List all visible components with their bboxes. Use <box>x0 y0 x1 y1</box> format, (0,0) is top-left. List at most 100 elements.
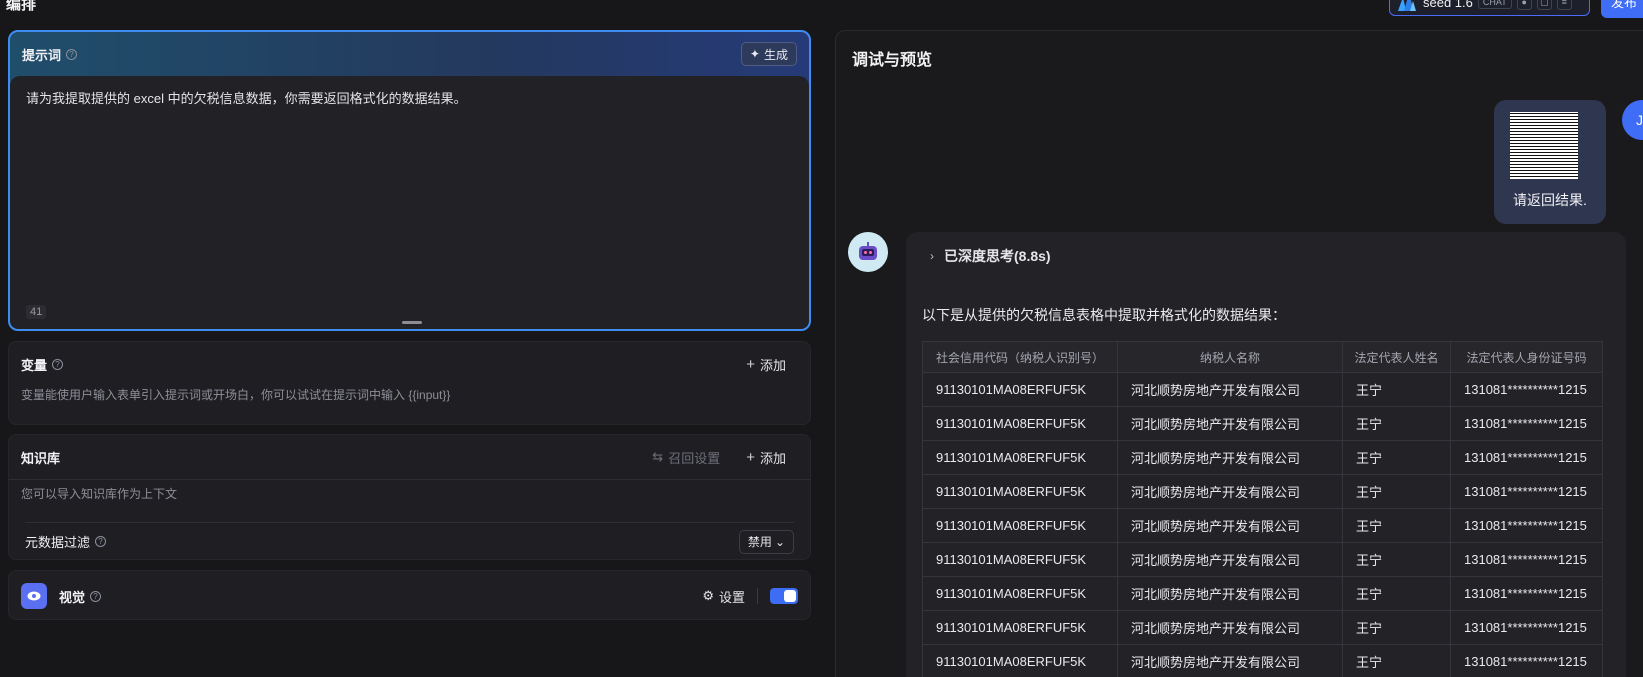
knowledge-section: 知识库 ⇆ 召回设置 + 添加 您可以导入知识库作为上下文 元数据过滤 ? 禁用… <box>8 434 811 560</box>
help-icon[interactable]: ? <box>66 48 78 60</box>
page-title: 编排 <box>6 0 37 13</box>
table-header: 法定代表人姓名 <box>1342 341 1451 373</box>
bot-message-bubble: › 已深度思考(8.8s) 以下是从提供的欠税信息表格中提取并格式化的数据结果：… <box>906 232 1626 677</box>
table-cell: 91130101MA08ERFUF5K <box>922 440 1118 475</box>
table-cell: 王宁 <box>1342 576 1451 611</box>
vision-section: 视觉 ? ⚙ 设置 <box>8 570 811 620</box>
help-icon[interactable]: ? <box>52 358 64 370</box>
table-cell: 131081**********1215 <box>1450 508 1603 543</box>
deep-thinking-toggle[interactable]: › 已深度思考(8.8s) <box>930 246 1051 266</box>
metadata-filter-value: 禁用 <box>747 535 772 549</box>
table-row: 91130101MA08ERFUF5K 河北顺势房地产开发有限公司 王宁 131081… <box>922 440 1603 475</box>
excel-image-thumbnail[interactable] <box>1510 112 1578 179</box>
vision-toggle[interactable] <box>770 588 798 604</box>
eye-icon <box>21 583 47 609</box>
table-cell: 131081**********1215 <box>1450 610 1603 645</box>
vision-title: 视觉 <box>59 589 86 605</box>
model-settings-icon[interactable]: ≡ <box>1556 0 1572 10</box>
metadata-filter-label: 元数据过滤 <box>25 535 91 550</box>
variables-description: 变量能使用户输入表单引入提示词或开场白，你可以试试在提示词中输入 {{input… <box>21 388 451 402</box>
table-cell: 河北顺势房地产开发有限公司 <box>1117 372 1343 407</box>
add-variable-button[interactable]: + 添加 <box>746 355 798 374</box>
table-cell: 河北顺势房地产开发有限公司 <box>1117 474 1343 509</box>
variables-section: 变量 ? + 添加 变量能使用户输入表单引入提示词或开场白，你可以试试在提示词中… <box>8 341 811 425</box>
table-cell: 91130101MA08ERFUF5K <box>922 406 1118 441</box>
help-icon[interactable]: ? <box>90 590 102 602</box>
prompt-editor[interactable]: 请为我提取提供的 excel 中的欠税信息数据，你需要返回格式化的数据结果。 4… <box>10 76 809 329</box>
publish-button[interactable]: 发布 <box>1601 0 1643 18</box>
add-label: 添加 <box>759 450 786 466</box>
divider <box>9 479 810 480</box>
add-label: 添加 <box>759 357 786 373</box>
table-header: 法定代表人身份证号码 <box>1450 341 1603 373</box>
thinking-label: 已深度思考(8.8s) <box>944 248 1051 264</box>
table-row: 91130101MA08ERFUF5K 河北顺势房地产开发有限公司 王宁 131081… <box>922 576 1603 611</box>
answer-intro: 以下是从提供的欠税信息表格中提取并格式化的数据结果： <box>922 307 1286 323</box>
table-cell: 王宁 <box>1342 474 1451 509</box>
table-cell: 131081**********1215 <box>1450 542 1603 577</box>
chat-badge: CHAT <box>1477 0 1512 9</box>
model-copy-icon[interactable]: ▢ <box>1536 0 1552 10</box>
vision-settings-button[interactable]: ⚙ 设置 <box>702 587 745 606</box>
plus-icon: + <box>746 448 755 466</box>
table-cell: 河北顺势房地产开发有限公司 <box>1117 644 1343 677</box>
recall-settings-button[interactable]: ⇆ 召回设置 <box>652 448 720 467</box>
generate-label: 生成 <box>763 47 788 62</box>
prompt-text[interactable]: 请为我提取提供的 excel 中的欠税信息数据，你需要返回格式化的数据结果。 <box>26 88 793 107</box>
table-header: 纳税人名称 <box>1117 341 1343 373</box>
table-cell: 91130101MA08ERFUF5K <box>922 576 1118 611</box>
recall-label: 召回设置 <box>668 450 721 466</box>
model-selector[interactable]: seed 1.6 CHAT ● ▢ ≡ <box>1389 0 1590 16</box>
help-icon[interactable]: ? <box>95 536 107 547</box>
resize-handle[interactable] <box>402 321 422 324</box>
table-cell: 91130101MA08ERFUF5K <box>922 474 1118 509</box>
table-row: 91130101MA08ERFUF5K 河北顺势房地产开发有限公司 王宁 131081… <box>922 474 1603 509</box>
char-counter: 41 <box>26 305 47 319</box>
table-cell: 河北顺势房地产开发有限公司 <box>1117 508 1343 543</box>
table-cell: 河北顺势房地产开发有限公司 <box>1117 610 1343 645</box>
table-cell: 王宁 <box>1342 610 1451 645</box>
table-cell: 91130101MA08ERFUF5K <box>922 644 1118 677</box>
table-row: 91130101MA08ERFUF5K 河北顺势房地产开发有限公司 王宁 131081… <box>922 644 1603 677</box>
table-cell: 王宁 <box>1342 508 1451 543</box>
table-cell: 河北顺势房地产开发有限公司 <box>1117 542 1343 577</box>
model-name: seed 1.6 <box>1423 0 1473 10</box>
table-header-row: 社会信用代码（纳税人识别号） 纳税人名称 法定代表人姓名 法定代表人身份证号码 <box>922 341 1603 373</box>
metadata-filter-select[interactable]: 禁用 ⌄ <box>738 529 794 554</box>
table-cell: 131081**********1215 <box>1450 440 1603 475</box>
variables-title: 变量 <box>21 357 48 373</box>
add-knowledge-button[interactable]: + 添加 <box>746 448 798 467</box>
gear-icon: ⚙ <box>702 588 714 603</box>
table-cell: 131081**********1215 <box>1450 474 1603 509</box>
knowledge-description: 您可以导入知识库作为上下文 <box>21 487 178 501</box>
chevron-right-icon: › <box>930 249 934 263</box>
user-message-bubble: 请返回结果. <box>1494 100 1606 224</box>
table-cell: 131081**********1215 <box>1450 644 1603 677</box>
table-row: 91130101MA08ERFUF5K 河北顺势房地产开发有限公司 王宁 131081… <box>922 508 1603 543</box>
table-cell: 131081**********1215 <box>1450 576 1603 611</box>
table-cell: 131081**********1215 <box>1450 406 1603 441</box>
table-row: 91130101MA08ERFUF5K 河北顺势房地产开发有限公司 王宁 131081… <box>922 406 1603 441</box>
settings-label: 设置 <box>718 589 745 605</box>
table-cell: 91130101MA08ERFUF5K <box>922 508 1118 543</box>
user-avatar: J <box>1622 100 1643 140</box>
swap-icon: ⇆ <box>652 449 664 464</box>
table-cell: 河北顺势房地产开发有限公司 <box>1117 406 1343 441</box>
prompt-header: 提示词 ? ✦ 生成 <box>10 32 809 76</box>
model-info-icon[interactable]: ● <box>1516 0 1532 10</box>
table-cell: 王宁 <box>1342 372 1451 407</box>
table-cell: 91130101MA08ERFUF5K <box>922 610 1118 645</box>
table-cell: 131081**********1215 <box>1450 372 1603 407</box>
table-cell: 91130101MA08ERFUF5K <box>922 372 1118 407</box>
prompt-card: 提示词 ? ✦ 生成 请为我提取提供的 excel 中的欠税信息数据，你需要返回… <box>8 30 811 331</box>
table-row: 91130101MA08ERFUF5K 河北顺势房地产开发有限公司 王宁 131081… <box>922 542 1603 577</box>
metadata-filter-row: 元数据过滤 ? 禁用 ⌄ <box>25 522 794 560</box>
prompt-title: 提示词 <box>22 47 62 63</box>
model-logo-icon <box>1396 0 1418 13</box>
generate-button[interactable]: ✦ 生成 <box>740 42 797 66</box>
result-table: 社会信用代码（纳税人识别号） 纳税人名称 法定代表人姓名 法定代表人身份证号码 … <box>922 341 1603 677</box>
table-cell: 91130101MA08ERFUF5K <box>922 542 1118 577</box>
knowledge-title: 知识库 <box>21 450 61 466</box>
sparkle-icon: ✦ <box>749 47 760 61</box>
divider <box>757 588 758 604</box>
